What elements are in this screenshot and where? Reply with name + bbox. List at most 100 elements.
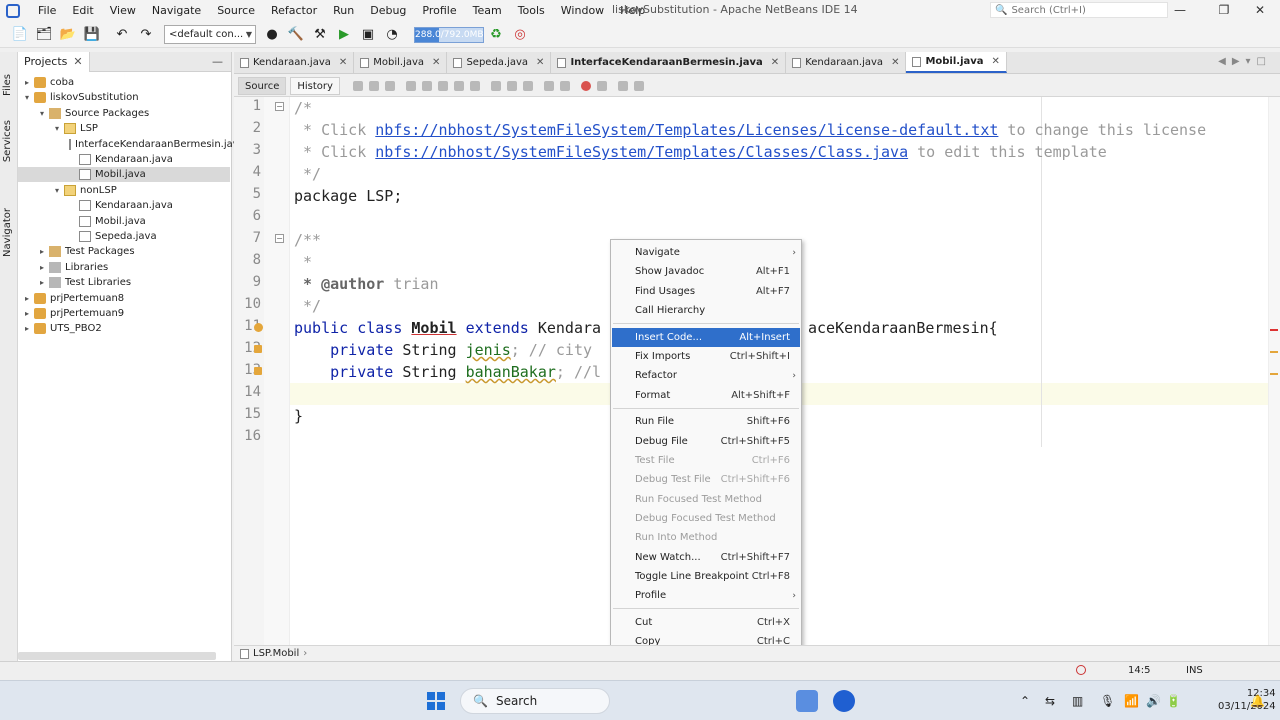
- tree-item[interactable]: InterfaceKendaraanBermesin.java: [18, 137, 245, 152]
- source-tab[interactable]: Source: [238, 76, 287, 95]
- menu-item-debug-test-file[interactable]: Debug Test File Ctrl+Shift+F6: [612, 470, 800, 489]
- stop-macro-icon[interactable]: [596, 80, 607, 91]
- tree-item[interactable]: ▸ Test Libraries: [18, 275, 230, 290]
- menu-file[interactable]: File: [30, 0, 64, 22]
- lightbulb-hint-icon[interactable]: [254, 367, 262, 375]
- memory-indicator[interactable]: 288.0/792.0MB: [414, 26, 484, 43]
- menu-item-refactor[interactable]: Refactor ›: [612, 366, 800, 385]
- editor-tab[interactable]: InterfaceKendaraanBermesin.java ✕: [551, 52, 787, 73]
- tree-item[interactable]: Mobil.java: [18, 167, 230, 183]
- volume-icon[interactable]: 🔊: [1146, 694, 1161, 708]
- tree-item[interactable]: ▾ LSP: [18, 121, 230, 136]
- search-input[interactable]: [1011, 4, 1162, 16]
- editor-tab[interactable]: Mobil.java ✕: [906, 52, 1007, 73]
- expand-icon[interactable]: ▸: [22, 324, 32, 333]
- gc-icon[interactable]: ♻: [486, 25, 506, 45]
- tree-item[interactable]: ▸ coba: [18, 75, 230, 90]
- expand-icon[interactable]: ▸: [37, 278, 47, 287]
- menu-item-insert-code[interactable]: Insert Code... Alt+Insert: [612, 327, 800, 347]
- save-all-icon[interactable]: 💾: [82, 25, 102, 45]
- breadcrumb-item[interactable]: LSP.Mobil: [253, 648, 299, 659]
- projects-scrollbar[interactable]: [18, 652, 216, 660]
- menu-item-call-hierarchy[interactable]: Call Hierarchy: [612, 301, 800, 320]
- notification-bell-icon[interactable]: 🔔: [1250, 694, 1265, 708]
- menu-item-run-focused-test-method[interactable]: Run Focused Test Method: [612, 490, 800, 509]
- warning-hint-icon[interactable]: [254, 323, 263, 332]
- tree-item[interactable]: ▸ UTS_PBO2: [18, 321, 230, 336]
- menu-item-format[interactable]: Format Alt+Shift+F: [612, 386, 800, 405]
- menu-item-toggle-line-breakpoint[interactable]: Toggle Line Breakpoint Ctrl+F8: [612, 567, 800, 586]
- windows-start-icon[interactable]: [427, 692, 445, 710]
- close-icon[interactable]: ✕: [992, 56, 1000, 67]
- redo-icon[interactable]: ↷: [136, 25, 156, 45]
- menu-item-debug-focused-test-method[interactable]: Debug Focused Test Method: [612, 509, 800, 528]
- menu-edit[interactable]: Edit: [64, 0, 101, 22]
- navigator-tab[interactable]: Navigator: [2, 208, 13, 257]
- tree-item[interactable]: Sepeda.java: [18, 229, 230, 244]
- insert-mode[interactable]: INS: [1186, 665, 1203, 676]
- notification-icon[interactable]: [1076, 665, 1086, 675]
- wifi-icon[interactable]: 📶: [1124, 694, 1139, 708]
- menu-item-show-javadoc[interactable]: Show Javadoc Alt+F1: [612, 262, 800, 281]
- last-edit-icon[interactable]: [352, 80, 363, 91]
- toggle-rect-icon[interactable]: [469, 80, 480, 91]
- collapse-icon[interactable]: ▾: [52, 124, 62, 133]
- clean-build-icon[interactable]: ⚒: [310, 25, 330, 45]
- tree-item[interactable]: ▾ nonLSP: [18, 183, 230, 198]
- tree-item[interactable]: Kendaraan.java: [18, 198, 230, 213]
- new-project-icon[interactable]: 🗂: [34, 25, 54, 45]
- chevron-up-icon[interactable]: ⌃: [1020, 694, 1030, 708]
- fold-toggle[interactable]: −: [275, 102, 284, 111]
- close-button[interactable]: ✕: [1240, 0, 1280, 20]
- expand-icon[interactable]: ▸: [37, 263, 47, 272]
- undo-icon[interactable]: ↶: [112, 25, 132, 45]
- error-stripe[interactable]: [1268, 97, 1280, 645]
- collapse-icon[interactable]: ▾: [37, 109, 47, 118]
- menu-item-new-watch[interactable]: New Watch... Ctrl+Shift+F7: [612, 548, 800, 567]
- tree-item[interactable]: Mobil.java: [18, 214, 230, 229]
- history-tab[interactable]: History: [290, 76, 340, 95]
- netbeans-taskbar-icon[interactable]: [796, 690, 818, 712]
- menu-debug[interactable]: Debug: [362, 0, 414, 22]
- editor-tab[interactable]: Kendaraan.java ✕: [234, 52, 355, 73]
- taskbar-search[interactable]: 🔍 Search: [460, 688, 610, 714]
- minimize-icon[interactable]: —: [212, 55, 223, 68]
- profile-ide-icon[interactable]: ◎: [510, 25, 530, 45]
- find-next-icon[interactable]: [437, 80, 448, 91]
- global-search[interactable]: 🔍: [990, 2, 1168, 18]
- close-icon[interactable]: ✕: [73, 55, 82, 68]
- menu-tools[interactable]: Tools: [510, 0, 553, 22]
- tree-item[interactable]: ▾ Source Packages: [18, 106, 230, 121]
- close-icon[interactable]: ✕: [891, 57, 899, 68]
- configuration-select[interactable]: <default con... ▼: [164, 25, 256, 44]
- menu-team[interactable]: Team: [465, 0, 510, 22]
- menu-item-cut[interactable]: Cut Ctrl+X: [612, 613, 800, 632]
- menu-item-test-file[interactable]: Test File Ctrl+F6: [612, 451, 800, 470]
- menu-refactor[interactable]: Refactor: [263, 0, 325, 22]
- menu-navigate[interactable]: Navigate: [144, 0, 209, 22]
- battery-icon[interactable]: 🔋: [1166, 694, 1181, 708]
- collapse-icon[interactable]: ▾: [22, 93, 32, 102]
- maximize-button[interactable]: ❐: [1204, 0, 1244, 20]
- forward-icon[interactable]: [384, 80, 395, 91]
- tree-item[interactable]: ▸ prjPertemuan9: [18, 306, 230, 321]
- profile-icon[interactable]: ◔: [382, 25, 402, 45]
- menu-window[interactable]: Window: [553, 0, 612, 22]
- new-file-icon[interactable]: 📄: [10, 25, 30, 45]
- close-icon[interactable]: ✕: [432, 57, 440, 68]
- warning-mark[interactable]: [1270, 351, 1278, 353]
- menu-item-fix-imports[interactable]: Fix Imports Ctrl+Shift+I: [612, 347, 800, 366]
- tree-item[interactable]: ▸ prjPertemuan8: [18, 291, 230, 306]
- menu-item-profile[interactable]: Profile ›: [612, 586, 800, 605]
- editor-tab[interactable]: Sepeda.java ✕: [447, 52, 552, 73]
- target-icon[interactable]: ●: [262, 25, 282, 45]
- zoom-app-icon[interactable]: [833, 690, 855, 712]
- build-icon[interactable]: 🔨: [286, 25, 306, 45]
- comment-icon[interactable]: [617, 80, 628, 91]
- debug-icon[interactable]: ▣: [358, 25, 378, 45]
- tab-navigation-icon[interactable]: ◀▶▾□: [1218, 56, 1272, 67]
- menu-item-run-file[interactable]: Run File Shift+F6: [612, 412, 800, 431]
- expand-icon[interactable]: ▸: [37, 247, 47, 256]
- toggle-bookmark-icon[interactable]: [522, 80, 533, 91]
- projects-tab[interactable]: Projects ✕: [18, 51, 90, 72]
